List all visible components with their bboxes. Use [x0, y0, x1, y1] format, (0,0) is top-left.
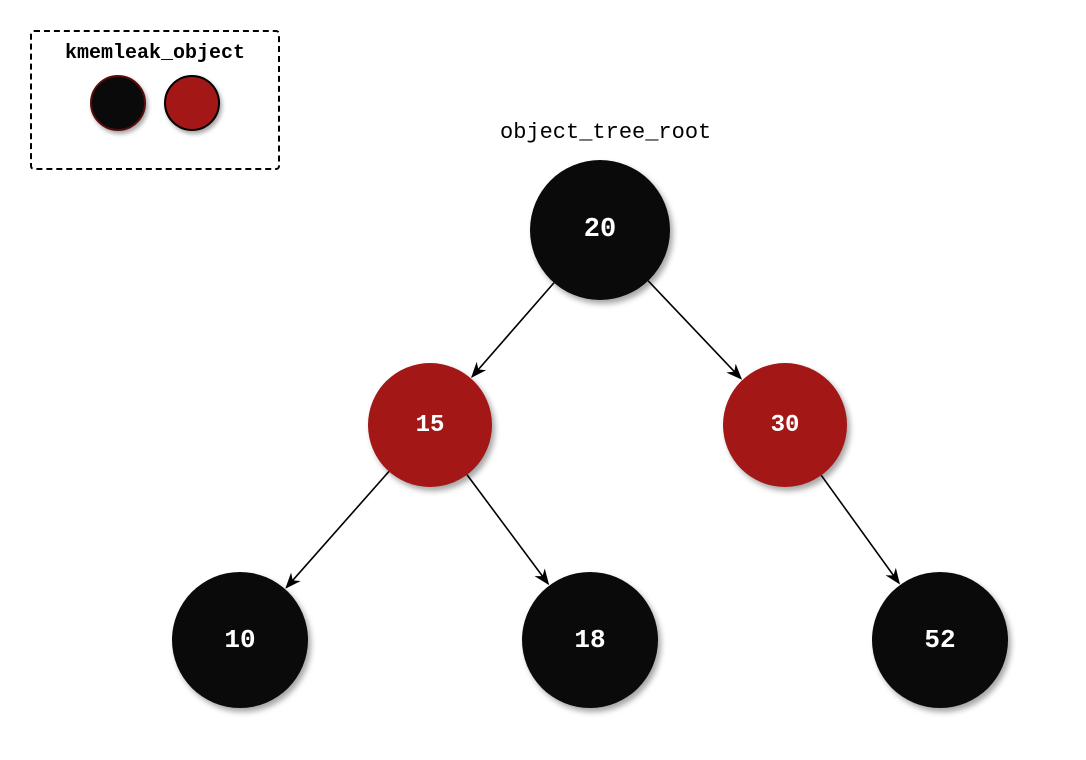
tree-node-label: 15: [416, 412, 445, 439]
tree-node-label: 10: [224, 625, 255, 655]
tree-node-label: 52: [924, 625, 955, 655]
legend-title: kmemleak_object: [44, 42, 266, 65]
tree-node-18: 18: [522, 572, 658, 708]
tree-node-label: 30: [771, 412, 800, 439]
tree-node-15: 15: [368, 363, 492, 487]
edge-n20-n15: [472, 283, 554, 377]
edge-n15-n18: [467, 475, 548, 584]
edge-n20-n30: [648, 281, 741, 379]
edge-n15-n10: [286, 471, 389, 587]
legend-swatch-black: [90, 75, 146, 131]
tree-title: object_tree_root: [500, 120, 711, 145]
edge-n30-n52: [821, 475, 899, 583]
tree-node-10: 10: [172, 572, 308, 708]
tree-node-30: 30: [723, 363, 847, 487]
tree-node-52: 52: [872, 572, 1008, 708]
tree-node-label: 20: [584, 215, 616, 245]
legend-box: kmemleak_object: [30, 30, 280, 170]
tree-node-20: 20: [530, 160, 670, 300]
legend-swatch-red: [164, 75, 220, 131]
legend-swatches: [44, 75, 266, 131]
tree-node-label: 18: [574, 625, 605, 655]
